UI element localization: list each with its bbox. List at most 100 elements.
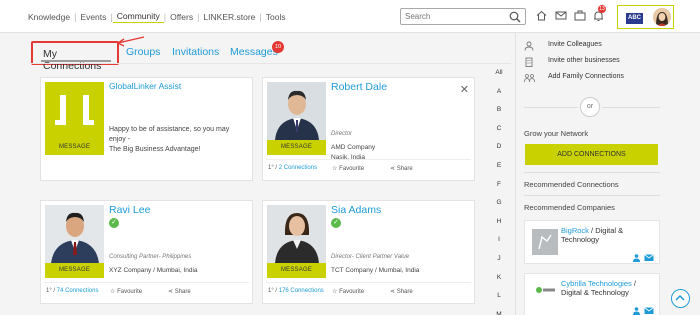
notification-badge: 13 [598, 5, 606, 13]
nav-offers[interactable]: Offers [166, 12, 197, 22]
mail-icon[interactable] [555, 10, 567, 23]
favourite-action[interactable]: ☆ Favourite [110, 288, 142, 295]
share-action[interactable]: ⋖ Share [390, 165, 413, 172]
briefcase-icon[interactable] [574, 10, 586, 23]
favourite-label: Favourite [117, 289, 143, 295]
connection-location: / Mumbai, India [153, 267, 198, 274]
share-label: Share [174, 289, 191, 295]
alpha-f[interactable]: F [494, 181, 504, 200]
tab-groups[interactable]: Groups [126, 46, 160, 58]
company-logo [532, 282, 558, 308]
divider [602, 107, 660, 108]
divider [524, 195, 660, 196]
share-label: Share [396, 166, 413, 172]
add-family-link[interactable]: Add Family Connections [548, 73, 624, 80]
alpha-all[interactable]: All [494, 69, 504, 88]
main-nav: Knowledge | Events | Community | Offers … [24, 11, 290, 23]
star-icon: ☆ [110, 289, 116, 295]
connections-link[interactable]: 2 Connections [279, 165, 317, 171]
card-footer: 1° / 74 Connections ☆ Favourite ⋖ Share [44, 282, 249, 300]
alpha-j[interactable]: J [494, 255, 504, 274]
or-separator: or [580, 97, 600, 117]
close-icon[interactable]: ✕ [460, 83, 469, 96]
company-card: BigRock / Digital & Technology [524, 220, 660, 264]
profile-menu[interactable]: ABC [617, 5, 674, 29]
connect-icon[interactable] [632, 307, 641, 315]
verified-icon: ✓ [331, 218, 341, 228]
connection-role: Director- Client Partner Value [331, 254, 410, 260]
tab-my-connections[interactable]: My Connections [31, 41, 119, 72]
company-actions [632, 253, 654, 264]
company-link[interactable]: Cybrilla Technologies [561, 279, 632, 288]
company-link[interactable]: BigRock [561, 226, 589, 235]
mail-icon[interactable] [644, 254, 654, 264]
alpha-i[interactable]: I [494, 236, 504, 255]
connection-company: XYZ Company [109, 267, 152, 274]
connection-name[interactable]: Ravi Lee [109, 204, 150, 216]
star-icon: ☆ [332, 166, 338, 172]
favourite-action[interactable]: ☆ Favourite [332, 288, 364, 295]
share-action[interactable]: ⋖ Share [390, 288, 413, 295]
messages-badge: 10 [272, 41, 284, 53]
alpha-l[interactable]: L [494, 292, 504, 311]
search-input[interactable] [401, 9, 505, 24]
recommended-connections-heading[interactable]: Recommended Connections [524, 180, 619, 189]
connection-name[interactable]: GlobalLinker Assist [109, 81, 181, 91]
company-name: Cybrilla Technologies / Digital & Techno… [561, 279, 653, 297]
tab-invitations[interactable]: Invitations [172, 46, 219, 58]
alpha-c[interactable]: C [494, 125, 504, 144]
company-logo [532, 229, 558, 255]
message-button[interactable]: MESSAGE [45, 263, 104, 278]
alpha-e[interactable]: E [494, 162, 504, 181]
connect-icon[interactable] [632, 254, 641, 264]
alpha-m[interactable]: M [494, 311, 504, 315]
connections-link[interactable]: 176 Connections [279, 288, 324, 294]
invite-colleagues-icon [524, 41, 534, 53]
recommended-companies-heading: Recommended Companies [524, 203, 615, 212]
message-button[interactable]: MESSAGE [267, 263, 326, 278]
invite-colleagues-link[interactable]: Invite Colleagues [548, 41, 602, 48]
alphabet-filter: All A B C D E F G H I J K L M [494, 69, 504, 315]
connection-location: / Mumbai, India [374, 267, 420, 274]
share-label: Share [396, 289, 413, 295]
favourite-action[interactable]: ☆ Favourite [332, 165, 364, 172]
connection-company: AMD Company [331, 144, 376, 151]
nav-knowledge[interactable]: Knowledge [24, 12, 74, 22]
description-line: enjoy - [109, 136, 131, 143]
nav-linker-store[interactable]: LINKER.store [199, 12, 259, 22]
verified-icon: ✓ [109, 218, 119, 228]
connection-name[interactable]: Sia Adams [331, 204, 381, 216]
connection-degree: 1° / [268, 165, 279, 171]
card-footer: 1° / 176 Connections ☆ Favourite ⋖ Share [266, 282, 471, 300]
connection-card: MESSAGE Robert Dale ✕ Director AMD Compa… [262, 77, 475, 181]
nav-tools[interactable]: Tools [262, 12, 290, 22]
message-button[interactable]: MESSAGE [45, 140, 104, 155]
profile-photo [267, 82, 326, 140]
alpha-g[interactable]: G [494, 199, 504, 218]
connections-link[interactable]: 74 Connections [57, 288, 99, 294]
connection-degree: 1° / [268, 288, 279, 294]
search-icon[interactable] [509, 11, 521, 25]
connection-name[interactable]: Robert Dale [331, 81, 387, 93]
home-icon[interactable] [536, 10, 547, 23]
alpha-a[interactable]: A [494, 88, 504, 107]
alpha-b[interactable]: B [494, 106, 504, 125]
alpha-d[interactable]: D [494, 143, 504, 162]
nav-community[interactable]: Community [112, 11, 164, 23]
connection-company-location: XYZ Company / Mumbai, India [109, 267, 198, 274]
alpha-k[interactable]: K [494, 274, 504, 293]
right-sidebar: Invite Colleagues Invite other businesse… [515, 33, 667, 315]
alpha-h[interactable]: H [494, 218, 504, 237]
share-action[interactable]: ⋖ Share [168, 288, 191, 295]
scroll-to-top-button[interactable] [671, 289, 690, 308]
connection-count: 1° / 74 Connections [46, 288, 98, 294]
message-button[interactable]: MESSAGE [267, 140, 326, 155]
profile-photo [267, 205, 326, 263]
tab-messages[interactable]: Messages [230, 46, 278, 58]
connection-card: MESSAGE GlobalLinker Assist Happy to be … [40, 77, 253, 181]
invite-businesses-link[interactable]: Invite other businesses [548, 57, 620, 64]
mail-icon[interactable] [644, 307, 654, 315]
add-connections-button[interactable]: ADD CONNECTIONS [525, 144, 658, 165]
nav-events[interactable]: Events [76, 12, 110, 22]
connection-company: TCT Company [331, 267, 374, 274]
